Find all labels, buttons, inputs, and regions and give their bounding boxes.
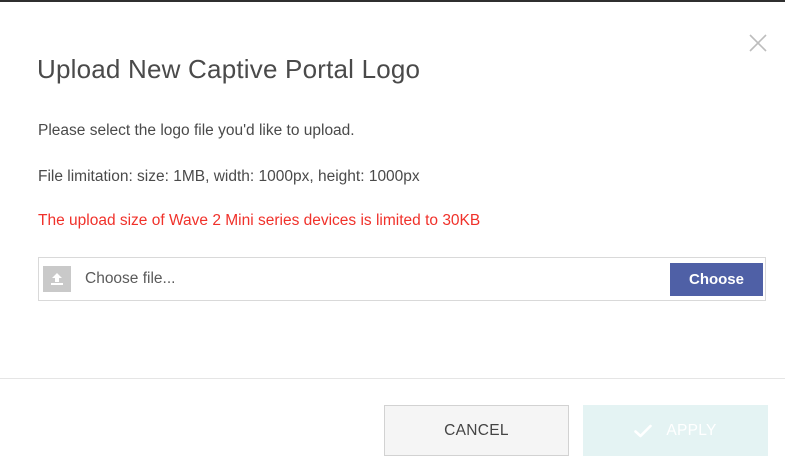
apply-button[interactable]: APPLY bbox=[583, 405, 768, 456]
cancel-button-label: CANCEL bbox=[444, 421, 509, 439]
close-button[interactable] bbox=[746, 31, 770, 55]
dialog-title: Upload New Captive Portal Logo bbox=[37, 54, 421, 84]
instruction-text: Please select the logo file you'd like t… bbox=[38, 122, 355, 139]
file-picker[interactable]: Choose bbox=[38, 257, 766, 301]
footer-divider bbox=[0, 378, 785, 379]
upload-icon[interactable] bbox=[43, 266, 71, 292]
close-icon bbox=[749, 34, 767, 52]
file-path-input[interactable] bbox=[85, 258, 645, 300]
upload-logo-dialog: Upload New Captive Portal Logo Please se… bbox=[0, 0, 785, 458]
cancel-button[interactable]: CANCEL bbox=[384, 405, 569, 456]
file-limitation-text: File limitation: size: 1MB, width: 1000p… bbox=[38, 168, 420, 185]
size-warning-text: The upload size of Wave 2 Mini series de… bbox=[38, 212, 481, 229]
check-icon bbox=[634, 424, 653, 438]
choose-file-button[interactable]: Choose bbox=[670, 263, 763, 296]
apply-button-label: APPLY bbox=[666, 421, 717, 439]
